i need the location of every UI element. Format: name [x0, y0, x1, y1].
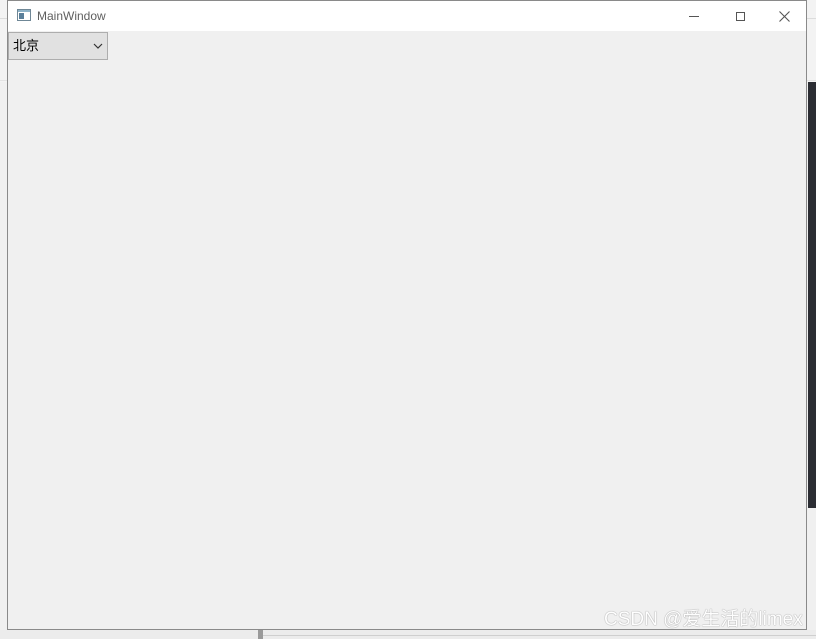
- title-bar[interactable]: MainWindow: [8, 1, 806, 31]
- minimize-button[interactable]: [671, 1, 717, 31]
- city-combobox[interactable]: 北京: [8, 32, 108, 60]
- combobox-selected-value: 北京: [13, 39, 40, 54]
- minimize-icon: [689, 15, 699, 17]
- main-window: MainWindow 北京: [7, 0, 807, 630]
- close-icon: [778, 10, 790, 22]
- watermark-text: CSDN @爱生活的limex: [604, 609, 803, 630]
- close-button[interactable]: [761, 1, 807, 31]
- app-window-icon: [17, 9, 31, 21]
- maximize-button[interactable]: [717, 1, 763, 31]
- background-divider: [263, 635, 816, 636]
- maximize-icon: [735, 11, 745, 21]
- chevron-down-icon: [93, 43, 103, 49]
- window-title: MainWindow: [37, 9, 106, 23]
- background-dark-panel: [808, 82, 816, 508]
